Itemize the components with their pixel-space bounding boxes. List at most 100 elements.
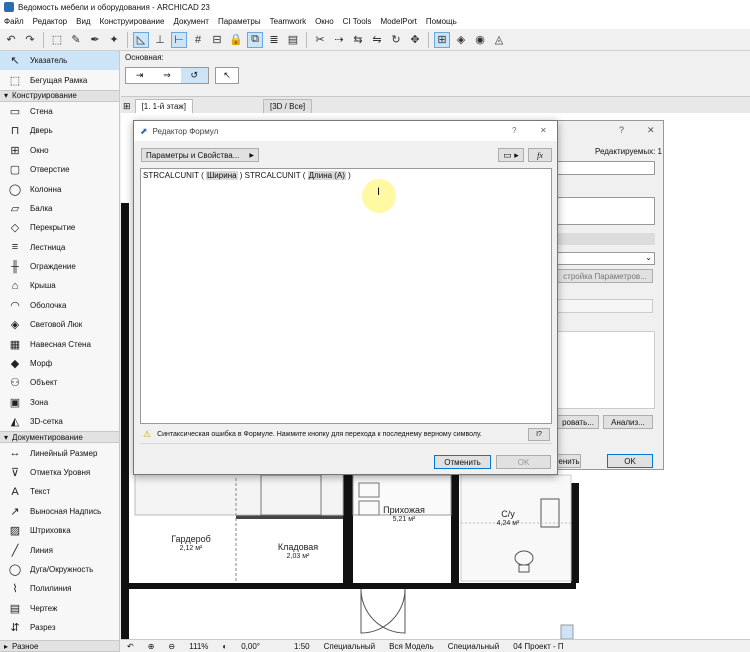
bg-description-field[interactable] (557, 197, 655, 225)
tool-railing[interactable]: ╫ Ограждение (0, 257, 119, 276)
formula-editor[interactable]: STRCALCUNIT ( Ширина ) STRCALCUNIT ( Дли… (140, 168, 552, 424)
tool-zone[interactable]: ▣ Зона (0, 393, 119, 412)
offset-icon[interactable]: ⇢ (331, 32, 347, 48)
layer-combo-2[interactable]: Специальный (448, 642, 500, 651)
toolbox-section-header[interactable]: ▾ Конструирование (0, 89, 119, 102)
tool-door[interactable]: ⊓ Дверь (0, 121, 119, 140)
redo-icon[interactable]: ↷ (22, 32, 38, 48)
fit-window-icon[interactable]: ⊞ (434, 31, 450, 48)
select-icon[interactable]: ⬚ (49, 32, 65, 48)
method-rotate-icon[interactable]: ↺ (180, 68, 208, 83)
tool-skylight[interactable]: ◈ Световой Люк (0, 315, 119, 334)
method-single-icon[interactable]: ⇥ (126, 68, 153, 83)
render-icon[interactable]: ◉ (472, 32, 488, 48)
tool-level[interactable]: ⊽ Отметка Уровня (0, 463, 119, 482)
split-icon[interactable]: ⇆ (350, 32, 366, 48)
suspend-groups-icon[interactable]: ⊟ (209, 32, 225, 48)
menu-item[interactable]: Конструирование (100, 17, 165, 26)
method-chain-icon[interactable]: ⇒ (153, 68, 180, 83)
tool-fill[interactable]: ▨ Штриховка (0, 521, 119, 540)
bg-field-3[interactable] (557, 299, 653, 313)
bg-name-field[interactable] (557, 161, 655, 175)
tab-floor-plan[interactable]: [1. 1-й этаж] (134, 99, 193, 113)
tool-marquee[interactable]: ⬚ Бегущая Рамка (0, 70, 119, 89)
formula-param-length[interactable]: Длина (А) (307, 171, 346, 180)
analysis-button[interactable]: Анализ... (603, 415, 653, 429)
tool-mesh[interactable]: ◭ 3D-сетка (0, 412, 119, 431)
params-properties-button[interactable]: Параметры и Свойства... ▶ (141, 148, 259, 162)
room-label-bathroom[interactable]: С/у 4,24 м² (473, 510, 543, 528)
tool-shell[interactable]: ◠ Оболочка (0, 296, 119, 315)
tool-roof[interactable]: ⌂ Крыша (0, 276, 119, 295)
bg-apply-button[interactable]: енить (557, 454, 581, 468)
undo-icon[interactable]: ↶ (3, 32, 19, 48)
menu-item[interactable]: Редактор (33, 17, 67, 26)
formula-close-button[interactable]: ✕ (540, 126, 547, 135)
orientation-icon[interactable]: ◐ (222, 642, 227, 651)
mirror-icon[interactable]: ⇋ (369, 32, 385, 48)
project-set[interactable]: 04 Проект - П (513, 642, 563, 651)
bg-dialog-help-button[interactable]: ? (619, 125, 624, 135)
bg-dropdown[interactable]: ⌄ (557, 252, 655, 265)
guide-line-icon[interactable]: ◺ (133, 31, 149, 48)
menu-item[interactable]: Помощь (426, 17, 457, 26)
magic-wand-icon[interactable]: ✦ (106, 32, 122, 48)
orientation-angle[interactable]: 0,00° (241, 642, 260, 651)
zoom-level[interactable]: 111% (189, 642, 208, 651)
menu-item[interactable]: Параметры (218, 17, 261, 26)
toolbox-section-header[interactable]: ▾ Документирование (0, 431, 119, 444)
tool-beam[interactable]: ▱ Балка (0, 199, 119, 218)
menu-item[interactable]: Окно (315, 17, 334, 26)
room-label-wardrobe[interactable]: Гардероб 2,12 м² (156, 535, 226, 553)
zoom-in-icon[interactable]: ⊕ (148, 642, 155, 651)
drag-icon[interactable]: ✥ (407, 32, 423, 48)
undo-view-icon[interactable]: ↶ (127, 642, 134, 651)
tool-wall[interactable]: ▭ Стена (0, 102, 119, 121)
tab-3d[interactable]: [3D / Все] (262, 99, 313, 113)
scale-value[interactable]: 1:50 (294, 642, 310, 651)
pointer-option-button[interactable]: ↖ (215, 67, 239, 84)
tool-object[interactable]: ⚇ Объект (0, 373, 119, 392)
model-view[interactable]: Вся Модель (389, 642, 434, 651)
operator-menu-button[interactable]: ▭ ▸ (498, 148, 524, 162)
tool-text[interactable]: A Текст (0, 482, 119, 501)
tool-curtain-wall[interactable]: ▦ Навесная Стена (0, 334, 119, 353)
tool-polyline[interactable]: ⌇ Полилиния (0, 579, 119, 598)
formula-text[interactable]: STRCALCUNIT ( Ширина ) STRCALCUNIT ( Дли… (141, 169, 551, 182)
toolbox-section-misc[interactable]: ▸ Разное (0, 640, 119, 652)
scissors-icon[interactable]: ✂ (312, 32, 328, 48)
settings-button[interactable]: стройка Параметров... (557, 269, 653, 283)
menu-item[interactable]: Вид (76, 17, 90, 26)
bg-list[interactable] (557, 331, 655, 409)
layer-combo[interactable]: Специальный (324, 642, 376, 651)
trace-icon[interactable]: ⧉ (247, 31, 263, 48)
tool-stair[interactable]: ≡ Лестница (0, 238, 119, 257)
functions-menu-button[interactable]: fx (528, 148, 552, 162)
tool-slab[interactable]: ◇ Перекрытие (0, 218, 119, 237)
bg-dialog-close-button[interactable]: ✕ (647, 125, 655, 136)
ok-button[interactable]: OK (496, 455, 551, 469)
tool-drawing[interactable]: ▤ Чертеж (0, 599, 119, 618)
tool-arc[interactable]: ◯ Дуга/Окружность (0, 560, 119, 579)
tool-opening[interactable]: ▢ Отверстие (0, 160, 119, 179)
tool-section[interactable]: ⇵ Разрез (0, 618, 119, 637)
snap-mode-icon[interactable]: ⊢ (171, 31, 187, 48)
3d-view-icon[interactable]: ◬ (491, 32, 507, 48)
snap-icon[interactable]: ⊥ (152, 32, 168, 48)
tool-line[interactable]: ╱ Линия (0, 540, 119, 559)
menu-item[interactable]: ModelPort (380, 17, 416, 26)
pen-set-icon[interactable]: ▤ (285, 32, 301, 48)
tool-window[interactable]: ⊞ Окно (0, 141, 119, 160)
lock-icon[interactable]: 🔒 (228, 32, 244, 48)
room-label-hall[interactable]: Прихожая 5,21 м² (369, 506, 439, 524)
syringe-icon[interactable]: ✒ (87, 32, 103, 48)
goto-error-button[interactable]: I? (528, 428, 550, 441)
orbit-icon[interactable]: ◈ (453, 32, 469, 48)
bg-ok-button[interactable]: OK (607, 454, 653, 468)
menu-item[interactable]: Teamwork (270, 17, 306, 26)
tool-arrow-pointer[interactable]: ↖ Указатель (0, 51, 119, 71)
room-label-storage[interactable]: Кладовая 2,03 м² (263, 543, 333, 561)
grid-icon[interactable]: # (190, 32, 206, 48)
tool-dimension[interactable]: ↔ Линейный Размер (0, 443, 119, 462)
assign-button[interactable]: ровать... (557, 415, 599, 429)
